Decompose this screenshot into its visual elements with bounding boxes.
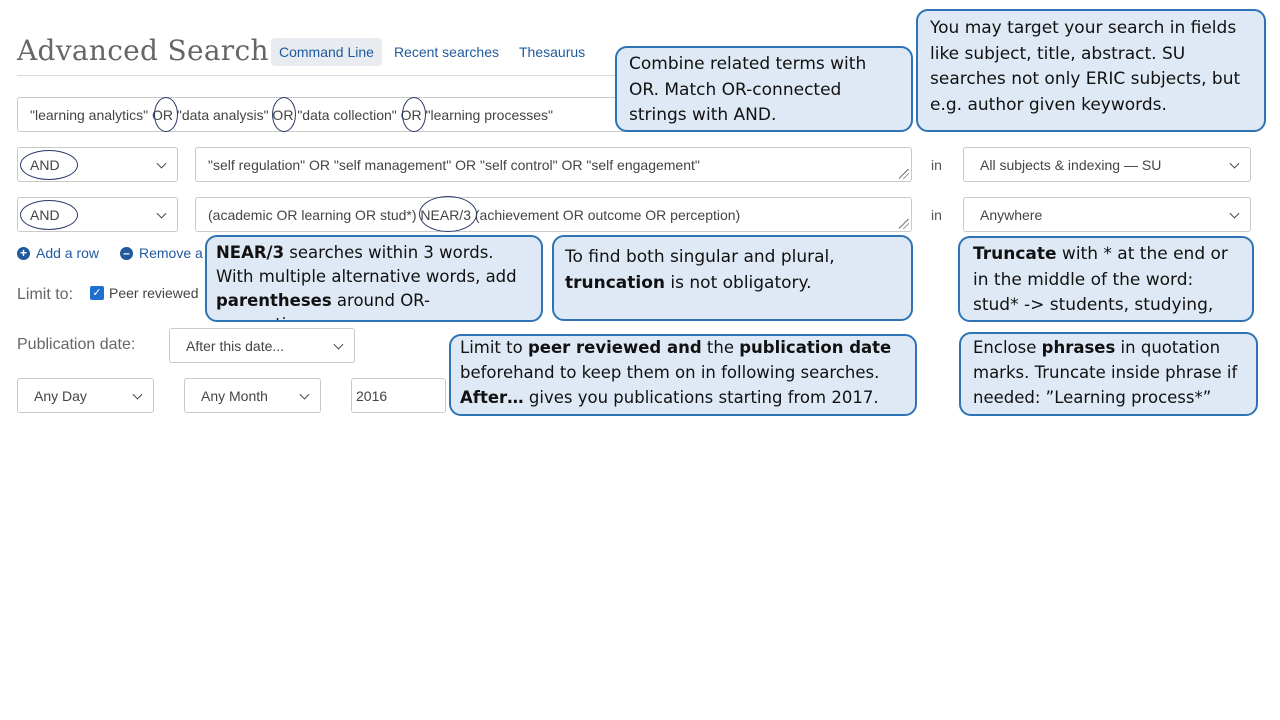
callout-limit-text-3: beforehand to keep them on in following …	[460, 362, 880, 382]
field-value-2: All subjects & indexing — SU	[980, 156, 1162, 173]
operator-select-2[interactable]: AND	[17, 147, 178, 182]
add-row-button[interactable]: + Add a row	[17, 245, 99, 261]
in-label-2: in	[931, 157, 942, 173]
search-query-input-2[interactable]: "self regulation" OR "self management" O…	[195, 147, 912, 182]
remove-row-button[interactable]: – Remove a	[120, 245, 203, 261]
operator-value-2: AND	[30, 156, 60, 173]
add-row-label: Add a row	[36, 245, 100, 261]
remove-row-label: Remove a	[139, 245, 203, 261]
callout-phrases: Enclose phrases in quotation marks. Trun…	[959, 332, 1258, 416]
callout-phrases-text-1: Enclose	[973, 338, 1042, 357]
day-select[interactable]: Any Day	[17, 378, 154, 413]
resize-handle-icon[interactable]	[899, 219, 909, 229]
search-query-text-1: "learning analytics" OR "data analysis" …	[30, 106, 553, 123]
tab-command-line[interactable]: Command Line	[271, 38, 382, 66]
publication-date-mode-value: After this date...	[186, 337, 285, 354]
callout-near: NEAR/3 searches within 3 words. With mul…	[205, 235, 543, 322]
field-select-2[interactable]: All subjects & indexing — SU	[963, 147, 1251, 182]
callout-limit-bold-3: After…	[460, 387, 524, 407]
callout-limit-bold-2: publication date	[739, 338, 892, 357]
search-query-text-3: (academic OR learning OR stud*) NEAR/3 (…	[208, 206, 741, 223]
search-query-input-1[interactable]: "learning analytics" OR "data analysis" …	[17, 97, 627, 132]
callout-plural: To find both singular and plural, trunca…	[552, 235, 913, 321]
callout-limit-text-2: the	[701, 338, 740, 357]
page-title: Advanced Search	[17, 34, 269, 67]
plus-circle-icon: +	[17, 246, 30, 260]
minus-circle-icon: –	[120, 246, 133, 260]
callout-near-bold: NEAR/3	[216, 243, 285, 262]
callout-limit-bold-1: peer reviewed and	[527, 338, 702, 357]
callout-or-and: Combine related terms with OR. Match OR-…	[615, 46, 913, 132]
callout-plural-text-1: To find both singular and plural,	[565, 247, 835, 267]
year-value: 2016	[356, 387, 388, 404]
callout-limit-text-4: gives you publications starting from 201…	[523, 387, 879, 407]
callout-limit: Limit to peer reviewed and the publicati…	[449, 334, 917, 416]
callout-truncate: Truncate with * at the end or in the mid…	[958, 236, 1254, 322]
search-query-text-2: "self regulation" OR "self management" O…	[208, 156, 700, 173]
month-value: Any Month	[201, 387, 268, 404]
operator-value-3: AND	[30, 206, 60, 223]
callout-near-bold-2: parentheses	[216, 290, 332, 310]
month-select[interactable]: Any Month	[184, 378, 321, 413]
field-value-3: Anywhere	[980, 206, 1043, 223]
callout-or-and-text: Combine related terms with OR. Match OR-…	[629, 54, 867, 125]
callout-fields-text: You may target your search in fields lik…	[930, 18, 1241, 115]
callout-fields: You may target your search in fields lik…	[916, 9, 1266, 132]
callout-plural-text-2: is not obligatory.	[665, 272, 812, 293]
publication-date-mode-select[interactable]: After this date...	[169, 328, 355, 363]
callout-phrases-bold: phrases	[1041, 338, 1116, 357]
callout-limit-text-1: Limit to	[460, 338, 528, 357]
resize-handle-icon[interactable]	[899, 169, 909, 179]
tab-thesaurus[interactable]: Thesaurus	[511, 38, 593, 66]
operator-select-3[interactable]: AND	[17, 197, 178, 232]
peer-reviewed-checkbox[interactable]: ✓	[90, 286, 104, 300]
field-select-3[interactable]: Anywhere	[963, 197, 1251, 232]
limit-to-label: Limit to:	[17, 286, 74, 303]
in-label-3: in	[931, 207, 942, 223]
publication-date-label: Publication date:	[17, 336, 136, 353]
callout-truncate-bold: Truncate	[973, 244, 1057, 264]
year-input[interactable]: 2016	[351, 378, 446, 413]
search-mode-tabs: Command Line Recent searches Thesaurus	[271, 38, 597, 66]
day-value: Any Day	[34, 387, 87, 404]
tab-recent-searches[interactable]: Recent searches	[386, 38, 507, 66]
callout-plural-bold: truncation	[565, 272, 665, 293]
search-query-input-3[interactable]: (academic OR learning OR stud*) NEAR/3 (…	[195, 197, 912, 232]
peer-reviewed-label: Peer reviewed	[109, 285, 199, 301]
